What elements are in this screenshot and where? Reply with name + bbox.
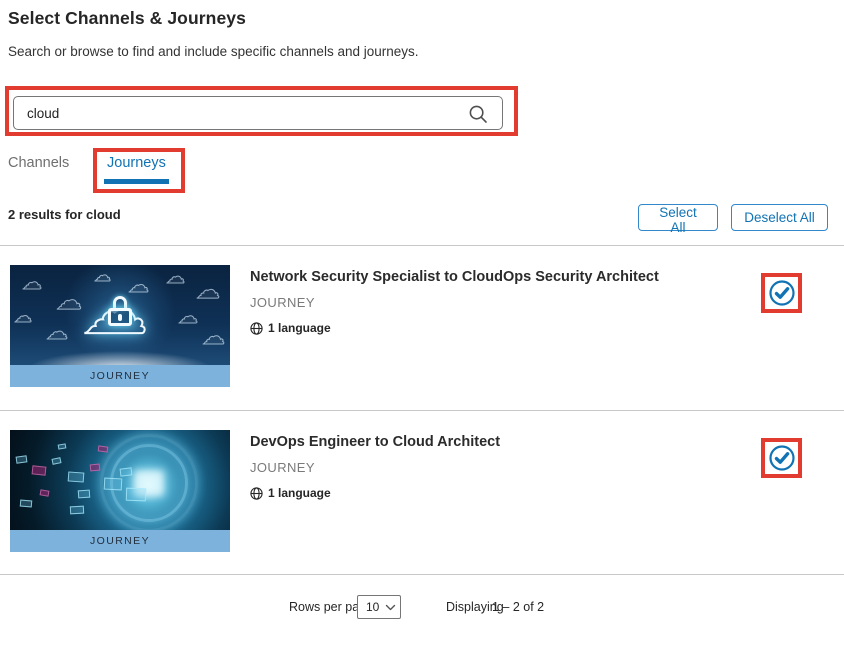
- divider: [0, 574, 844, 575]
- displaying-range: 1 – 2 of 2: [492, 600, 544, 614]
- search-input[interactable]: [14, 97, 502, 129]
- search-icon[interactable]: [468, 104, 488, 124]
- tab-channels[interactable]: Channels: [8, 155, 69, 171]
- page-subtitle: Search or browse to find and include spe…: [8, 44, 419, 59]
- language-count: 1 language: [268, 321, 331, 335]
- result-row-devops: JOURNEY DevOps Engineer to Cloud Archite…: [0, 430, 844, 552]
- divider: [0, 410, 844, 411]
- language-count: 1 language: [268, 486, 331, 500]
- rows-per-page-select[interactable]: 10: [357, 595, 401, 619]
- search-box: [13, 96, 503, 130]
- page-title: Select Channels & Journeys: [8, 8, 246, 29]
- journey-thumbnail[interactable]: ☁ ☁ ☁ ☁ ☁ ☁ ☁ ☁ ☁ ☁ ☁ JOURNEY: [10, 265, 230, 387]
- divider: [0, 245, 844, 246]
- journey-title[interactable]: DevOps Engineer to Cloud Architect: [250, 434, 720, 450]
- thumbnail-type-banner: JOURNEY: [10, 365, 230, 387]
- cloud-security-image: ☁ ☁ ☁ ☁ ☁ ☁ ☁ ☁ ☁ ☁ ☁: [10, 265, 230, 365]
- journey-thumbnail[interactable]: JOURNEY: [10, 430, 230, 552]
- results-summary: 2 results for cloud: [8, 207, 121, 222]
- content-type-label: JOURNEY: [250, 460, 315, 475]
- journey-title[interactable]: Network Security Specialist to CloudOps …: [250, 269, 720, 285]
- content-type-label: JOURNEY: [250, 295, 315, 310]
- select-channels-journeys-dialog: Select Channels & Journeys Search or bro…: [0, 0, 844, 648]
- thumbnail-type-banner: JOURNEY: [10, 530, 230, 552]
- language-info: 1 language: [250, 486, 331, 500]
- language-info: 1 language: [250, 321, 331, 335]
- check-circle-icon[interactable]: [768, 279, 796, 307]
- select-all-button[interactable]: Select All: [638, 204, 718, 231]
- deselect-all-button[interactable]: Deselect All: [731, 204, 828, 231]
- active-tab-underline: [104, 179, 169, 184]
- check-circle-icon[interactable]: [768, 444, 796, 472]
- globe-icon: [250, 322, 263, 335]
- cloud-data-image: [10, 430, 230, 530]
- result-row-network-security: ☁ ☁ ☁ ☁ ☁ ☁ ☁ ☁ ☁ ☁ ☁ JOURNEY Network Se…: [0, 265, 844, 387]
- globe-icon: [250, 487, 263, 500]
- tab-journeys[interactable]: Journeys: [107, 155, 166, 171]
